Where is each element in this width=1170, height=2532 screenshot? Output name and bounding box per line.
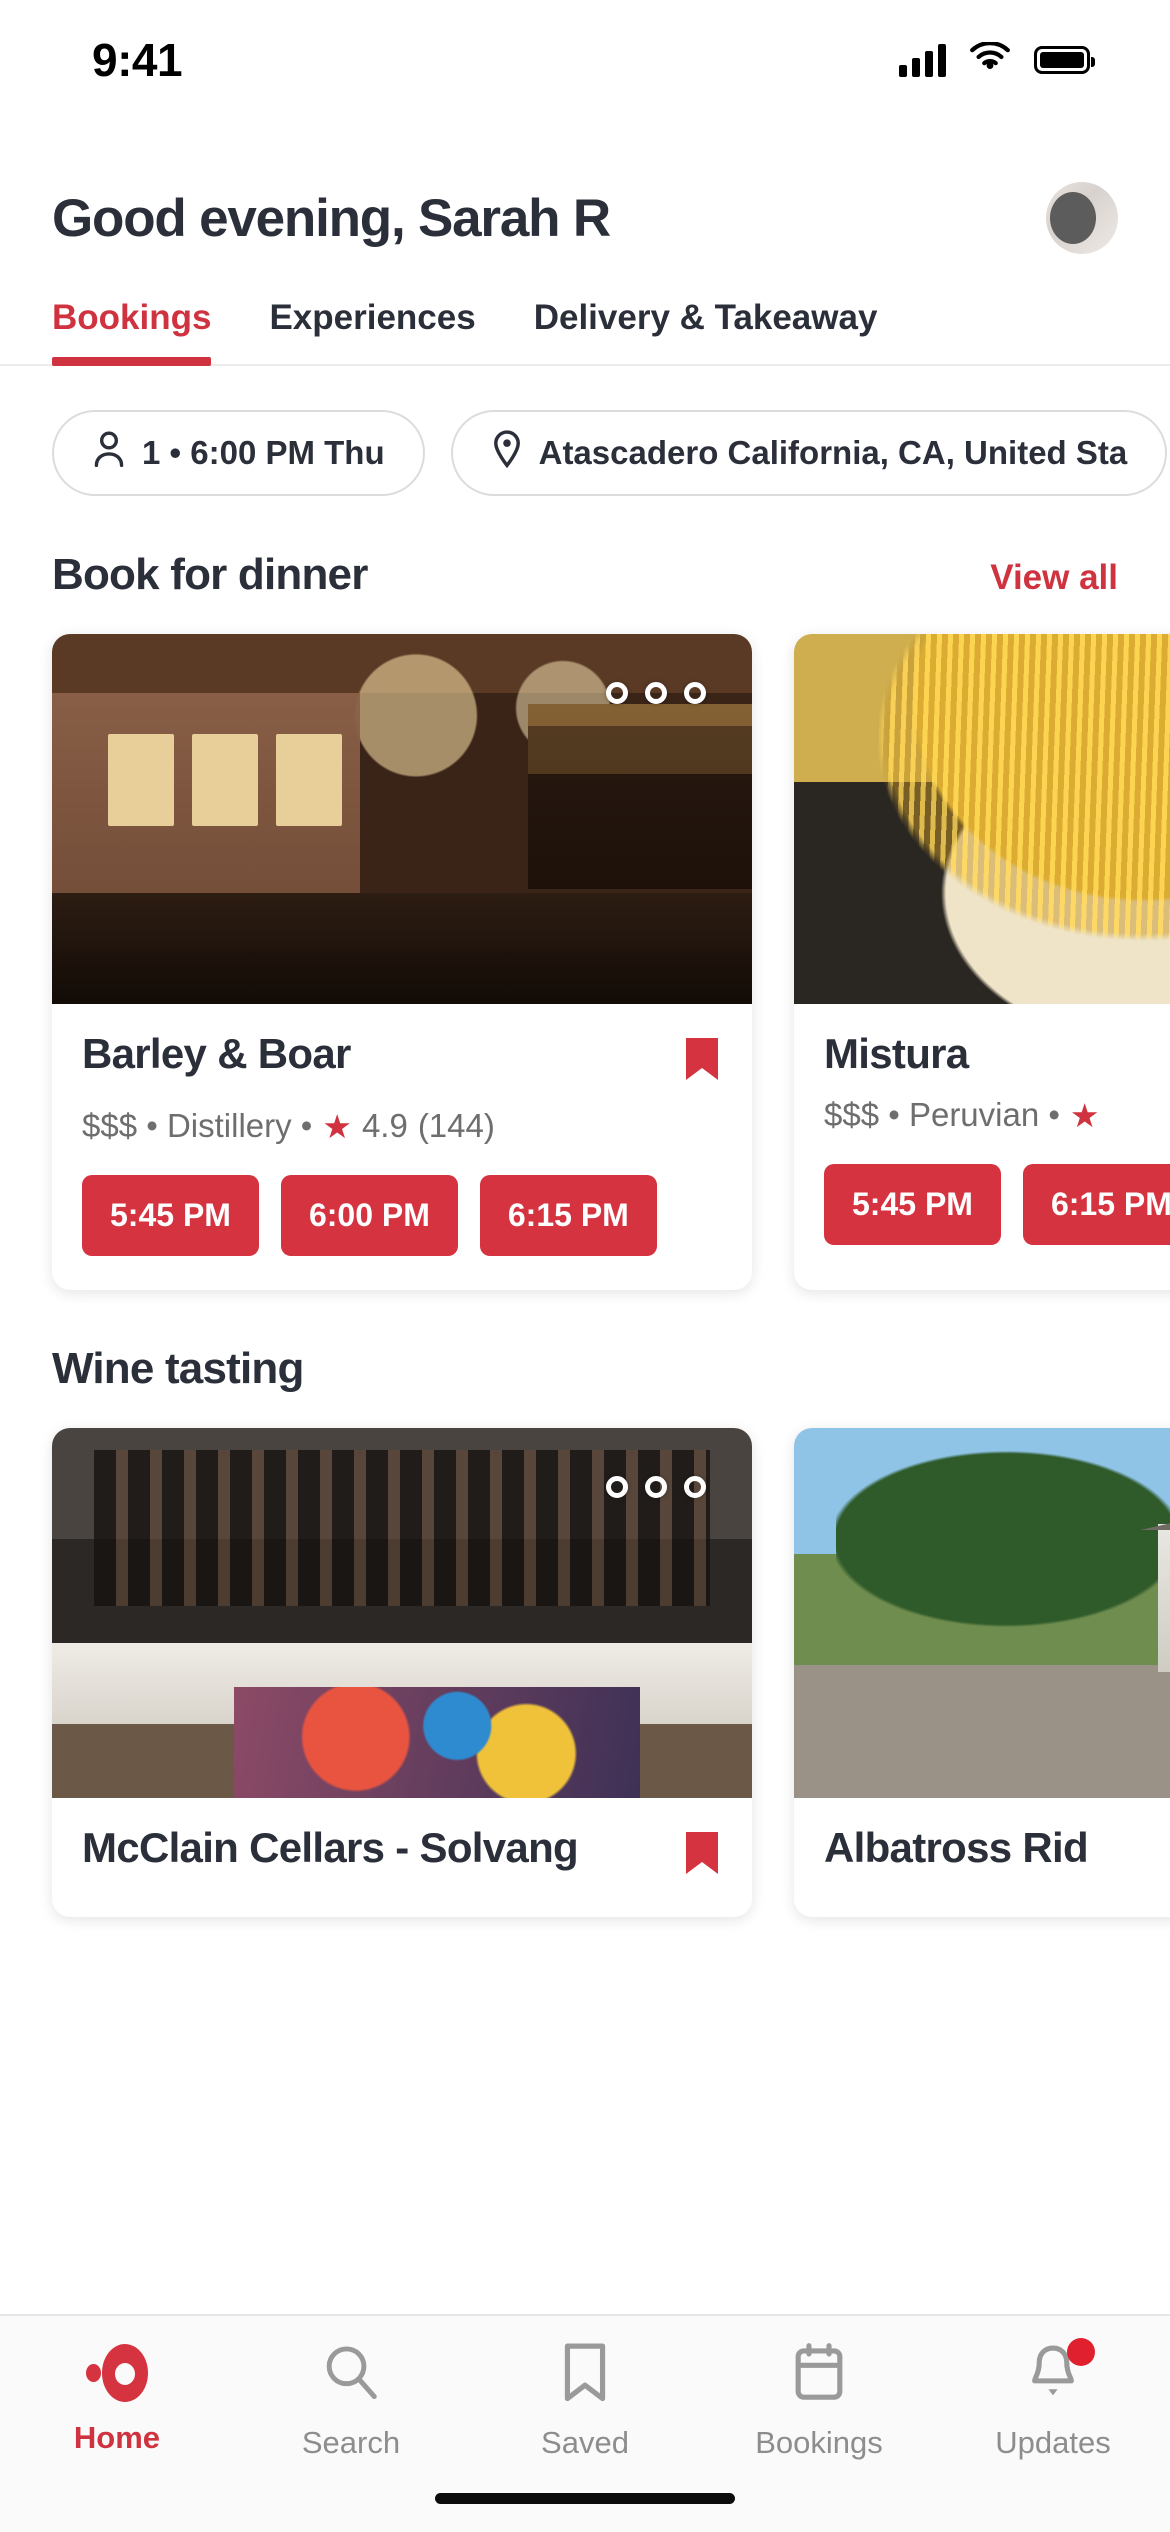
avatar[interactable] — [1046, 182, 1118, 254]
nav-label: Saved — [541, 2425, 629, 2460]
restaurant-card[interactable]: Mistura $$$ • Peruvian • ★ 5:45 PM 6:15 … — [794, 634, 1170, 1290]
bookmark-icon[interactable] — [682, 1828, 722, 1883]
restaurant-review-count: (144) — [417, 1107, 495, 1144]
time-slot-list: 5:45 PM 6:00 PM 6:15 PM — [82, 1175, 722, 1256]
nav-item-saved[interactable]: Saved — [468, 2342, 702, 2461]
nav-item-home[interactable]: Home — [0, 2342, 234, 2456]
restaurant-photo[interactable] — [794, 1428, 1170, 1798]
nav-label: Search — [301, 2425, 401, 2460]
page-title: Good evening, Sarah R — [52, 188, 611, 248]
star-icon: ★ — [322, 1107, 352, 1145]
tab-bookings[interactable]: Bookings — [52, 298, 212, 366]
restaurant-meta: $$$ • Peruvian • ★ — [824, 1096, 1170, 1134]
calendar-icon — [792, 2342, 846, 2409]
category-tabs: Bookings Experiences Delivery & Takeaway — [0, 298, 1170, 366]
view-all-link[interactable]: View all — [990, 558, 1118, 598]
restaurant-rating: 4.9 — [361, 1107, 408, 1144]
restaurant-name: Mistura — [824, 1030, 969, 1077]
nav-item-search[interactable]: Search — [234, 2342, 468, 2461]
wifi-icon — [968, 40, 1012, 79]
cellular-signal-icon — [899, 43, 946, 77]
time-slot-button[interactable]: 6:15 PM — [1022, 1164, 1170, 1245]
status-indicators — [899, 40, 1095, 79]
nav-item-updates[interactable]: Updates — [936, 2338, 1170, 2461]
search-icon — [321, 2342, 381, 2409]
bookmark-icon[interactable] — [682, 1034, 722, 1089]
time-slot-button[interactable]: 5:45 PM — [824, 1164, 1001, 1245]
status-bar: 9:41 — [0, 0, 1170, 120]
restaurant-meta: $$$ • Distillery • ★ 4.9 (144) — [82, 1107, 722, 1145]
location-filter-chip[interactable]: Atascadero California, CA, United Sta — [450, 410, 1168, 496]
carousel-dots[interactable] — [606, 682, 706, 704]
restaurant-photo[interactable] — [52, 1428, 752, 1798]
restaurant-name: Barley & Boar — [82, 1030, 351, 1077]
section-title: Book for dinner — [52, 550, 368, 599]
restaurant-card[interactable]: Albatross Rid — [794, 1428, 1170, 1917]
restaurant-photo[interactable] — [794, 634, 1170, 1004]
star-icon: ★ — [1069, 1096, 1100, 1134]
restaurant-meta-text: $$$ • Peruvian • — [824, 1096, 1060, 1133]
opentable-home-icon — [86, 2342, 148, 2404]
restaurant-name: Albatross Rid — [824, 1824, 1089, 1871]
section-title: Wine tasting — [52, 1344, 304, 1393]
filter-chips: 1 • 6:00 PM Thu Atascadero California, C… — [0, 410, 1170, 496]
party-time-filter-label: 1 • 6:00 PM Thu — [142, 434, 385, 471]
nav-label: Home — [73, 2420, 161, 2455]
restaurant-meta-text: $$$ • Distillery • — [82, 1107, 313, 1144]
nav-label: Bookings — [755, 2425, 883, 2460]
tab-delivery-takeaway[interactable]: Delivery & Takeaway — [534, 298, 878, 364]
time-slot-list: 5:45 PM 6:15 PM — [824, 1164, 1170, 1245]
section-header-dinner: Book for dinner View all — [0, 550, 1170, 600]
time-slot-button[interactable]: 6:15 PM — [479, 1175, 657, 1256]
restaurant-card[interactable]: Barley & Boar $$$ • Distillery • ★ 4.9 (… — [52, 634, 752, 1290]
party-time-filter-chip[interactable]: 1 • 6:00 PM Thu — [52, 410, 425, 496]
battery-icon — [1034, 46, 1095, 74]
nav-label: Updates — [995, 2425, 1111, 2460]
location-pin-icon — [491, 430, 523, 476]
time-slot-button[interactable]: 6:00 PM — [280, 1175, 458, 1256]
restaurant-photo[interactable] — [52, 634, 752, 1004]
updates-badge — [1067, 2338, 1095, 2366]
section-header-wine-tasting: Wine tasting — [0, 1344, 1170, 1394]
nav-item-bookings[interactable]: Bookings — [702, 2342, 936, 2461]
person-icon — [92, 430, 126, 476]
status-time: 9:41 — [92, 34, 183, 86]
tab-experiences[interactable]: Experiences — [269, 298, 475, 364]
bookmark-icon — [559, 2342, 611, 2409]
carousel-dots[interactable] — [606, 1476, 706, 1498]
restaurant-name: McClain Cellars - Solvang — [82, 1824, 579, 1871]
restaurant-card[interactable]: McClain Cellars - Solvang — [52, 1428, 752, 1917]
restaurant-card-rail-wine-tasting[interactable]: McClain Cellars - Solvang Albatross Rid — [0, 1394, 1170, 1917]
page-header: Good evening, Sarah R — [0, 120, 1170, 254]
home-indicator — [435, 2493, 735, 2504]
time-slot-button[interactable]: 5:45 PM — [82, 1175, 259, 1256]
restaurant-card-rail-dinner[interactable]: Barley & Boar $$$ • Distillery • ★ 4.9 (… — [0, 600, 1170, 1290]
location-filter-label: Atascadero California, CA, United Sta — [538, 434, 1128, 471]
